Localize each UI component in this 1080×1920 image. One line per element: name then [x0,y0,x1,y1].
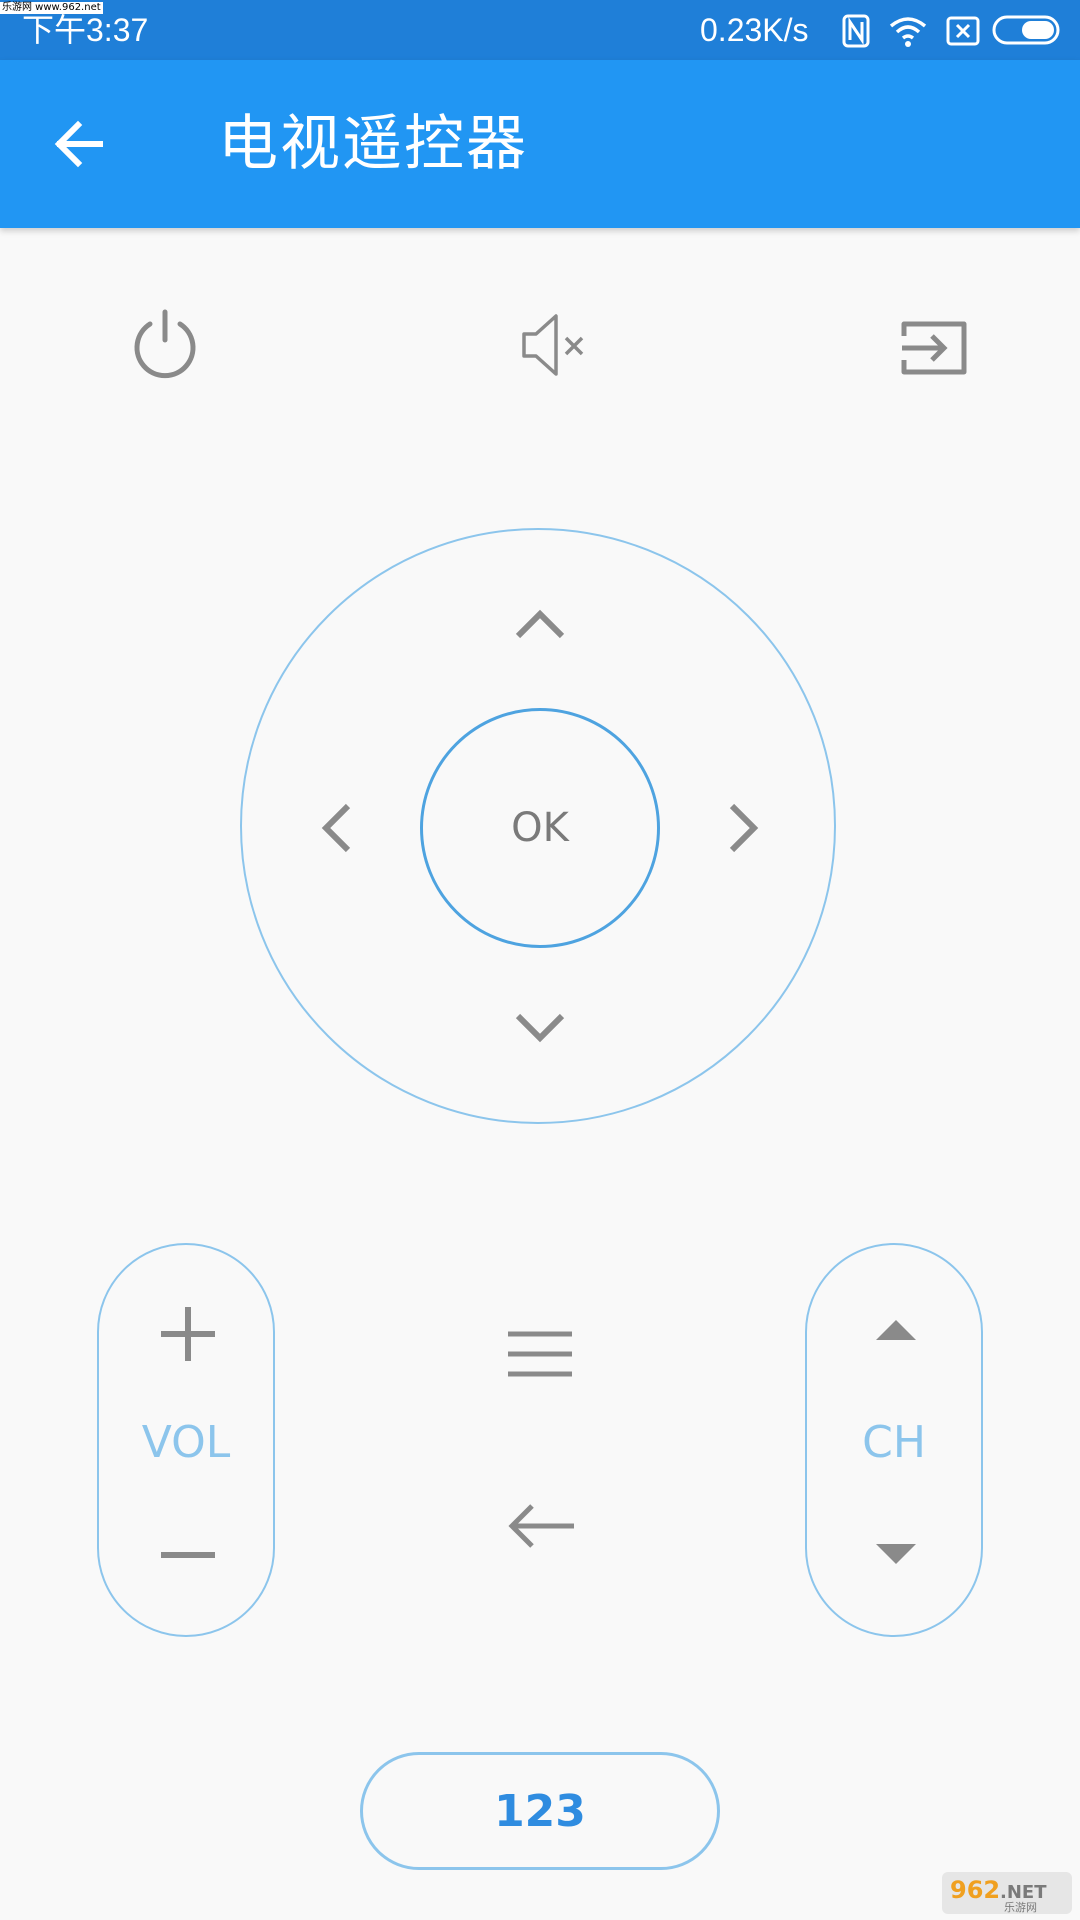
dpad-down-button[interactable] [514,1012,566,1046]
svg-text:乐游网: 乐游网 [1004,1901,1037,1914]
input-source-button[interactable] [900,318,968,378]
return-button[interactable] [504,1500,576,1552]
ok-label: OK [511,805,569,851]
volume-control: VOL [97,1243,275,1637]
app-bar: 电视遥控器 [0,60,1080,228]
screen: 乐游网 www.962.net 下午3:37 0.23K/s 电视遥控器 OK … [0,0,1080,1920]
sim-disabled-icon [946,16,980,46]
channel-down-button[interactable] [873,1541,919,1567]
nfc-icon [842,14,870,48]
dpad-right-button[interactable] [728,802,762,854]
status-time: 下午3:37 [22,12,149,48]
number-pad-button[interactable]: 123 [360,1752,720,1870]
channel-label: CH [862,1417,926,1468]
battery-icon [992,15,1060,45]
power-button[interactable] [128,308,202,382]
channel-control: CH [805,1243,983,1637]
volume-label: VOL [141,1417,231,1468]
mute-button[interactable] [520,310,590,380]
wifi-icon [889,17,927,47]
svg-text:.NET: .NET [1000,1882,1047,1903]
volume-down-button[interactable] [159,1545,217,1565]
page-title: 电视遥控器 [218,109,528,179]
dpad-up-button[interactable] [514,606,566,640]
network-speed: 0.23K/s [700,12,809,48]
volume-up-button[interactable] [159,1305,217,1363]
back-arrow-icon[interactable] [48,112,112,176]
number-pad-label: 123 [494,1785,586,1837]
ok-button[interactable]: OK [420,708,660,948]
channel-up-button[interactable] [873,1317,919,1343]
site-watermark-logo: 962 .NET 乐游网 [942,1872,1072,1914]
status-bar: 乐游网 www.962.net 下午3:37 0.23K/s [0,0,1080,60]
svg-text:962: 962 [950,1876,1000,1904]
menu-button[interactable] [506,1330,574,1378]
dpad-left-button[interactable] [318,802,352,854]
